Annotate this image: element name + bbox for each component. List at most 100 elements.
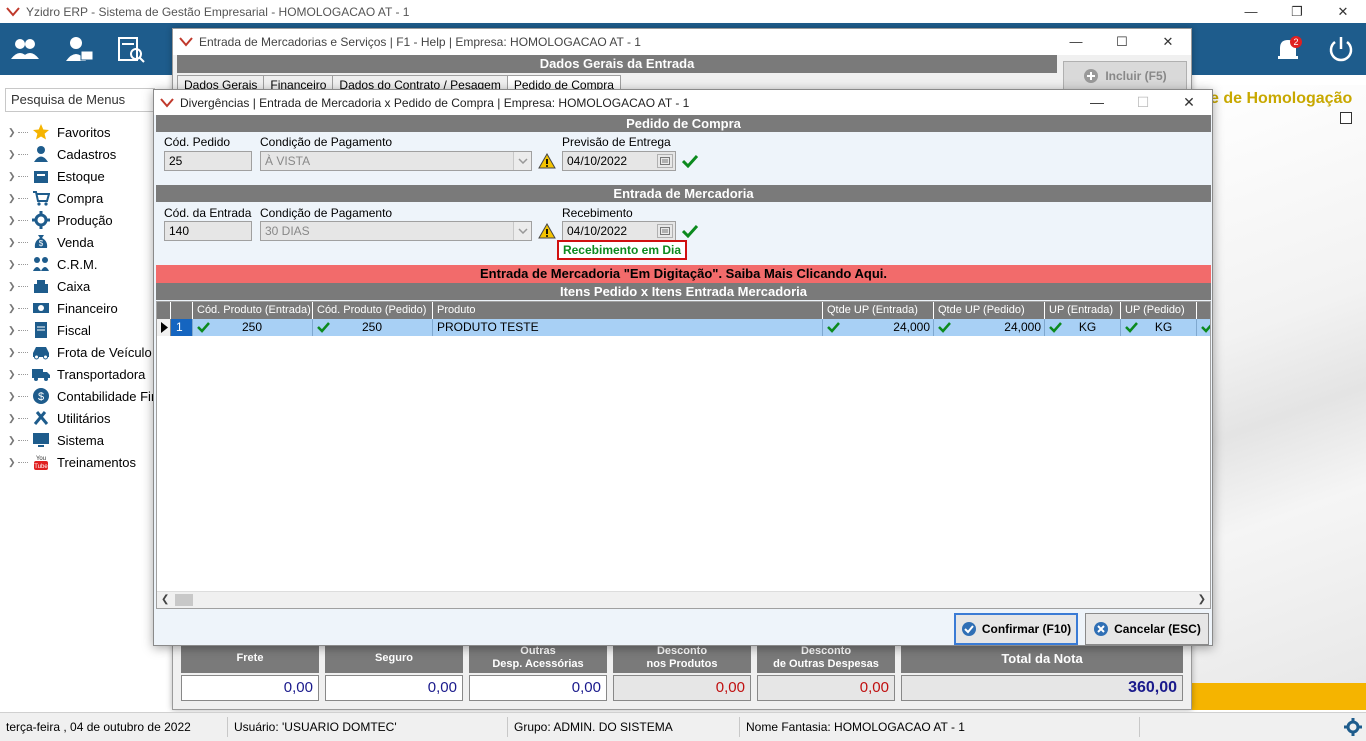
minimize-button[interactable]: — [1228, 0, 1274, 23]
scroll-thumb[interactable] [175, 594, 193, 606]
expand-chevron-icon[interactable]: ❯ [8, 149, 18, 160]
sidebar-item-frota-de-ve-culo[interactable]: ❯ Frota de Veículo [8, 341, 155, 363]
table-row[interactable]: 1 250 250 PRODUTO TESTE 24,000 24,000 KG [157, 319, 1210, 336]
sidebar-item-utilit-rios[interactable]: ❯ Utilitários [8, 407, 155, 429]
calendar-icon[interactable] [657, 154, 673, 168]
sidebar-item-c-r-m-[interactable]: ❯ C.R.M. [8, 253, 155, 275]
users-icon[interactable] [10, 35, 40, 63]
cod-entrada-field[interactable]: 140 [164, 221, 252, 241]
grid-num-header [171, 302, 193, 319]
tree-connector [18, 439, 28, 441]
seguro-value[interactable]: 0,00 [325, 675, 463, 701]
menu-search-input[interactable]: Pesquisa de Menus [5, 88, 155, 112]
confirmar-button[interactable]: Confirmar (F10) [954, 613, 1078, 645]
sidebar-item-label: C.R.M. [57, 256, 98, 272]
sidebar-item-label: Transportadora [57, 366, 146, 382]
sidebar-item-caixa[interactable]: ❯ Caixa [8, 275, 155, 297]
dados-gerais-header: Dados Gerais da Entrada [177, 55, 1057, 73]
sidebar-item-transportadora[interactable]: ❯ Transportadora [8, 363, 155, 385]
youtube-icon: You Tube [31, 453, 51, 471]
sidebar-item-produ-o[interactable]: ❯ Produção [8, 209, 155, 231]
expand-chevron-icon[interactable]: ❯ [8, 369, 18, 380]
cod-pedido-text: 250 [361, 320, 382, 334]
expand-chevron-icon[interactable]: ❯ [8, 259, 18, 270]
expand-chevron-icon[interactable]: ❯ [8, 457, 18, 468]
cell-up-entrada[interactable]: KG [1045, 319, 1121, 336]
cond-pagamento-entrada-select[interactable]: 30 DIAS [260, 221, 532, 241]
desconto-produtos-total: Desconto nos Produtos 0,00 [613, 643, 751, 701]
outras-despesas-value[interactable]: 0,00 [469, 675, 607, 701]
em-digitacao-banner[interactable]: Entrada de Mercadoria "Em Digitação". Sa… [156, 265, 1211, 283]
cell-produto[interactable]: PRODUTO TESTE [433, 319, 823, 336]
search-document-icon[interactable] [116, 35, 146, 63]
sidebar-item-favoritos[interactable]: ❯ Favoritos [8, 121, 155, 143]
expand-chevron-icon[interactable]: ❯ [8, 435, 18, 446]
user-card-icon[interactable] [64, 35, 94, 63]
expand-chevron-icon[interactable]: ❯ [8, 347, 18, 358]
frete-label: Frete [236, 651, 264, 664]
frete-value[interactable]: 0,00 [181, 675, 319, 701]
sidebar-item-estoque[interactable]: ❯ Estoque [8, 165, 155, 187]
check-icon [938, 322, 951, 333]
expand-chevron-icon[interactable]: ❯ [8, 193, 18, 204]
close-button[interactable]: ✕ [1320, 0, 1366, 23]
sidebar-item-contabilidade-fir[interactable]: ❯ $ Contabilidade Fir [8, 385, 155, 407]
dialog-close-button[interactable]: ✕ [1166, 90, 1212, 115]
cell-extra[interactable] [1197, 319, 1210, 336]
cancelar-button[interactable]: Cancelar (ESC) [1085, 613, 1209, 645]
calendar-icon[interactable] [657, 224, 673, 238]
expand-chevron-icon[interactable]: ❯ [8, 413, 18, 424]
sidebar-item-fiscal[interactable]: ❯ Fiscal [8, 319, 155, 341]
cod-pedido-field[interactable]: 25 [164, 151, 252, 171]
cell-cod-entrada[interactable]: 250 [193, 319, 313, 336]
frete-total: Frete 0,00 [181, 643, 319, 701]
entrada-maximize-button[interactable]: ☐ [1099, 29, 1145, 55]
power-icon[interactable] [1326, 35, 1356, 63]
expand-chevron-icon[interactable]: ❯ [8, 325, 18, 336]
sidebar-item-compra[interactable]: ❯ Compra [8, 187, 155, 209]
homologation-checkbox[interactable] [1340, 112, 1352, 124]
expand-chevron-icon[interactable]: ❯ [8, 215, 18, 226]
col-up-entrada[interactable]: UP (Entrada) [1045, 302, 1121, 319]
sidebar-item-financeiro[interactable]: ❯ Financeiro [8, 297, 155, 319]
scroll-right-icon[interactable]: ❯ [1198, 594, 1206, 605]
cell-qtde-pedido[interactable]: 24,000 [934, 319, 1045, 336]
col-produto[interactable]: Produto [433, 302, 823, 319]
col-cod-produto-entrada[interactable]: Cód. Produto (Entrada) [193, 302, 313, 319]
expand-chevron-icon[interactable]: ❯ [8, 391, 18, 402]
expand-chevron-icon[interactable]: ❯ [8, 237, 18, 248]
monitor-icon [31, 431, 51, 449]
sidebar-item-cadastros[interactable]: ❯ Cadastros [8, 143, 155, 165]
sidebar-item-venda[interactable]: ❯ $ Venda [8, 231, 155, 253]
cond-pagamento-pedido-select[interactable]: À VISTA [260, 151, 532, 171]
sidebar-item-treinamentos[interactable]: ❯ You Tube Treinamentos [8, 451, 155, 473]
col-qtde-pedido[interactable]: Qtde UP (Pedido) [934, 302, 1045, 319]
col-qtde-entrada[interactable]: Qtde UP (Entrada) [823, 302, 934, 319]
status-company: Nome Fantasia: HOMOLOGACAO AT - 1 [740, 717, 1140, 737]
dialog-minimize-button[interactable]: — [1074, 90, 1120, 115]
expand-chevron-icon[interactable]: ❯ [8, 303, 18, 314]
expand-chevron-icon[interactable]: ❯ [8, 171, 18, 182]
notification-bell-icon[interactable]: 2 [1274, 35, 1304, 63]
cell-cod-pedido[interactable]: 250 [313, 319, 433, 336]
scroll-left-icon[interactable]: ❮ [161, 594, 169, 605]
expand-chevron-icon[interactable]: ❯ [8, 127, 18, 138]
cell-up-pedido[interactable]: KG [1121, 319, 1197, 336]
total-nota-value: 360,00 [901, 675, 1183, 701]
cod-entrada-label: Cód. da Entrada [164, 206, 252, 220]
sidebar-item-sistema[interactable]: ❯ Sistema [8, 429, 155, 451]
incluir-button[interactable]: Incluir (F5) [1063, 61, 1187, 91]
cond-pagamento-entrada-label: Condição de Pagamento [260, 206, 393, 220]
entrada-minimize-button[interactable]: — [1053, 29, 1099, 55]
entrada-close-button[interactable]: ✕ [1145, 29, 1191, 55]
settings-gear-icon[interactable] [1344, 718, 1362, 736]
expand-chevron-icon[interactable]: ❯ [8, 281, 18, 292]
restore-button[interactable]: ❐ [1274, 0, 1320, 23]
previsao-entrega-field[interactable]: 04/10/2022 [562, 151, 676, 171]
cell-qtde-entrada[interactable]: 24,000 [823, 319, 934, 336]
col-up-pedido[interactable]: UP (Pedido) [1121, 302, 1197, 319]
col-cod-produto-pedido[interactable]: Cód. Produto (Pedido) [313, 302, 433, 319]
horizontal-scrollbar[interactable]: ❮ ❯ [157, 591, 1210, 608]
recebimento-field[interactable]: 04/10/2022 [562, 221, 676, 241]
up-entrada-text: KG [1078, 320, 1097, 334]
